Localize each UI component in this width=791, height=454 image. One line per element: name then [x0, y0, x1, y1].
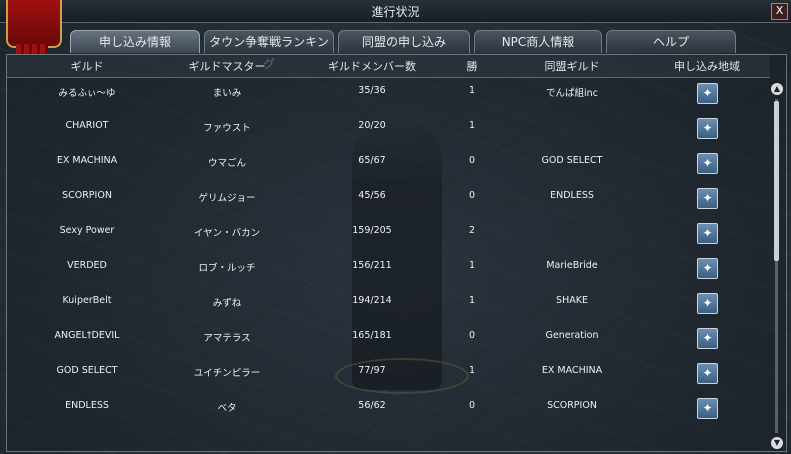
table-row: SCORPION ゲリムジョー 45/56 0 ENDLESS ✦	[7, 182, 770, 217]
table-row: Sexy Power イヤン・バカン 159/205 2 ✦	[7, 217, 770, 252]
guild-banner-icon	[6, 0, 62, 54]
alliance-guild: SCORPION	[547, 400, 597, 411]
region-crystal-icon[interactable]: ✦	[697, 293, 718, 314]
guild-name: Sexy Power	[59, 225, 115, 236]
region-crystal-icon[interactable]: ✦	[697, 188, 718, 209]
member-count: 65/67	[358, 155, 386, 166]
win-count: 0	[468, 330, 476, 341]
tab-npc-merchant-info[interactable]: NPC商人情報	[474, 30, 602, 53]
guild-master: ウマごん	[207, 158, 246, 169]
column-guild: ギルド	[70, 60, 104, 73]
region-crystal-icon[interactable]: ✦	[697, 328, 718, 349]
guild-name: VERDED	[67, 260, 107, 271]
alliance-guild: Generation	[545, 330, 599, 341]
member-count: 156/211	[352, 260, 392, 271]
guild-master: みずね	[212, 298, 242, 309]
alliance-guild: MarieBride	[546, 260, 598, 271]
region-crystal-icon[interactable]: ✦	[697, 363, 718, 384]
column-application-region: 申し込み地域	[674, 60, 740, 73]
win-count: 0	[468, 190, 476, 201]
member-count: 194/214	[352, 295, 392, 306]
table-row: EX MACHINA ウマごん 65/67 0 GOD SELECT ✦	[7, 147, 770, 182]
win-count: 2	[468, 225, 476, 236]
chevron-up-icon[interactable]: ▲	[771, 83, 783, 95]
table-row: KuiperBelt みずね 194/214 1 SHAKE ✦	[7, 287, 770, 322]
guild-master: ベタ	[217, 403, 237, 414]
table-row: ANGEL†DEVIL アマテラス 165/181 0 Generation ✦	[7, 322, 770, 357]
guild-name: SCORPION	[62, 190, 112, 201]
guild-master: イヤン・バカン	[193, 228, 261, 239]
table-row: GOD SELECT ユイチンピラー 77/97 1 EX MACHINA ✦	[7, 357, 770, 392]
win-count: 1	[468, 120, 476, 131]
window-titlebar: 進行状況 X	[0, 0, 791, 23]
tab-application-info[interactable]: 申し込み情報	[70, 30, 200, 53]
region-crystal-icon[interactable]: ✦	[697, 398, 718, 419]
close-button[interactable]: X	[771, 3, 788, 20]
alliance-guild: でんぱ組inc	[546, 88, 598, 99]
win-count: 1	[468, 295, 476, 306]
column-guild-master: ギルドマスター	[188, 60, 266, 73]
vertical-scrollbar[interactable]: ▲ ▼	[771, 83, 783, 449]
tab-help[interactable]: ヘルプ	[606, 30, 736, 53]
guild-name: みるふぃ～ゆ	[58, 88, 116, 99]
chevron-down-icon[interactable]: ▼	[771, 437, 783, 449]
guild-master: ファウスト	[203, 123, 251, 134]
tab-town-war-ranking[interactable]: タウン争奪戦ランキング	[204, 30, 334, 71]
alliance-guild: SHAKE	[556, 295, 588, 306]
member-count: 77/97	[358, 365, 386, 376]
application-table-panel: ギルド ギルドマスター ギルドメンバー数 勝 同盟ギルド 申し込み地域 みるふぃ…	[6, 54, 787, 452]
member-count: 45/56	[358, 190, 386, 201]
region-crystal-icon[interactable]: ✦	[697, 118, 718, 139]
member-count: 159/205	[352, 225, 392, 236]
column-member-count: ギルドメンバー数	[328, 60, 416, 73]
alliance-guild: EX MACHINA	[541, 365, 603, 376]
win-count: 0	[468, 155, 476, 166]
scroll-thumb[interactable]	[774, 101, 779, 261]
member-count: 35/36	[358, 85, 386, 96]
win-count: 1	[468, 260, 476, 271]
alliance-guild: ENDLESS	[550, 190, 594, 201]
win-count: 1	[468, 85, 476, 96]
win-count: 1	[468, 365, 476, 376]
tab-alliance-application[interactable]: 同盟の申し込み	[338, 30, 470, 53]
member-count: 165/181	[352, 330, 392, 341]
win-count: 0	[468, 400, 476, 411]
table-row: CHARIOT ファウスト 20/20 1 ✦	[7, 112, 770, 147]
window-title: 進行状況	[371, 5, 420, 19]
table-row: みるふぃ～ゆ まいみ 35/36 1 でんぱ組inc ✦	[7, 77, 770, 112]
alliance-guild: GOD SELECT	[541, 155, 603, 166]
region-crystal-icon[interactable]: ✦	[697, 258, 718, 279]
guild-name: ENDLESS	[65, 400, 109, 411]
region-crystal-icon[interactable]: ✦	[697, 153, 718, 174]
member-count: 20/20	[358, 120, 386, 131]
table-row: VERDED ロブ・ルッチ 156/211 1 MarieBride ✦	[7, 252, 770, 287]
guild-master: まいみ	[212, 88, 242, 99]
table-row: ENDLESS ベタ 56/62 0 SCORPION ✦	[7, 392, 770, 427]
guild-name: CHARIOT	[65, 120, 109, 131]
guild-name: ANGEL†DEVIL	[54, 330, 120, 341]
region-crystal-icon[interactable]: ✦	[697, 83, 718, 104]
guild-name: KuiperBelt	[62, 295, 112, 306]
guild-name: GOD SELECT	[56, 365, 118, 376]
guild-name: EX MACHINA	[56, 155, 118, 166]
guild-master: アマテラス	[203, 333, 251, 344]
table-header: ギルド ギルドマスター ギルドメンバー数 勝 同盟ギルド 申し込み地域	[7, 55, 770, 78]
guild-master: ユイチンピラー	[193, 368, 261, 379]
column-wins: 勝	[466, 60, 478, 73]
member-count: 56/62	[358, 400, 386, 411]
guild-master: ゲリムジョー	[198, 193, 256, 204]
column-alliance-guild: 同盟ギルド	[544, 60, 600, 73]
guild-master: ロブ・ルッチ	[198, 263, 256, 274]
region-crystal-icon[interactable]: ✦	[697, 223, 718, 244]
